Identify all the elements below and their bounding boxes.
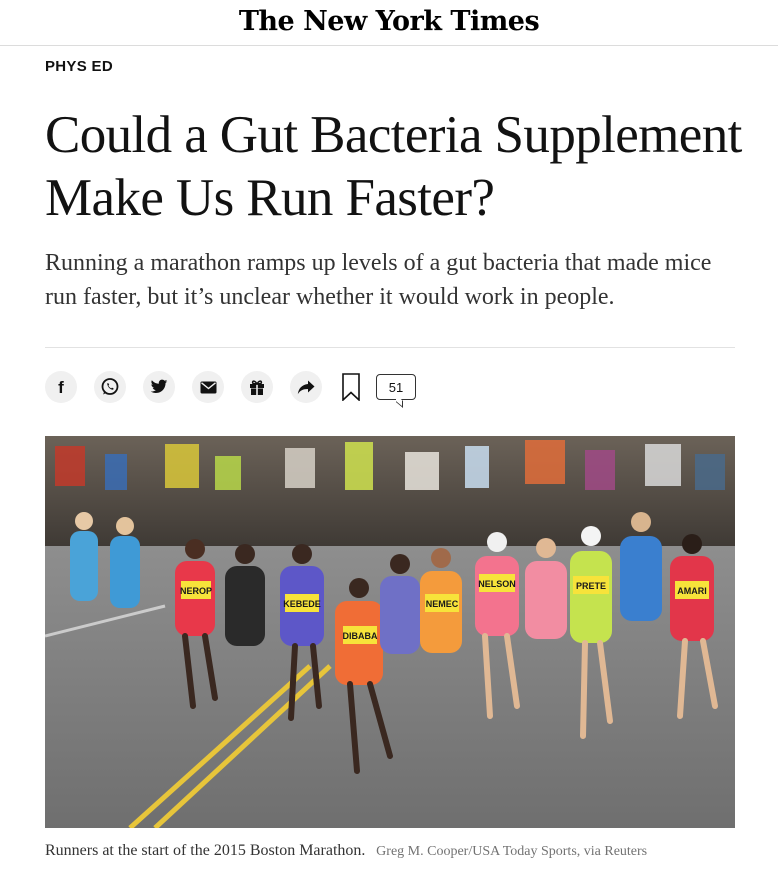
- bib-label: PRETE: [576, 581, 606, 591]
- lead-photo[interactable]: NEROP KEBEDE DIBABA NEMEC NELSON PRETE A…: [45, 436, 735, 828]
- marathon-runners-image: NEROP KEBEDE DIBABA NEMEC NELSON PRETE A…: [45, 436, 735, 828]
- caption-text: Runners at the start of the 2015 Boston …: [45, 842, 366, 859]
- bib-label: AMARI: [677, 586, 707, 596]
- masthead: The New York Times: [0, 0, 778, 46]
- article-summary: Running a marathon ramps up levels of a …: [45, 250, 712, 310]
- speech-bubble-tail: [396, 395, 403, 408]
- more-share-button[interactable]: [290, 371, 322, 403]
- section-kicker[interactable]: PHYS ED: [45, 58, 113, 75]
- bib-label: NELSON: [478, 579, 516, 589]
- bib-label: KEBEDE: [283, 599, 321, 609]
- share-arrow-icon: [297, 380, 315, 394]
- divider: [45, 347, 735, 348]
- article-headline: Could a Gut Bacteria Supplement Make Us …: [45, 106, 742, 227]
- share-toolbar: f 51: [45, 370, 416, 408]
- email-icon: [200, 381, 216, 393]
- nyt-logo[interactable]: The New York Times: [239, 6, 540, 38]
- bib-label: DIBABA: [343, 631, 378, 641]
- twitter-icon: [150, 379, 168, 393]
- photo-caption: Runners at the start of the 2015 Boston …: [45, 839, 735, 863]
- bookmark-icon: [342, 373, 360, 401]
- twitter-share-button[interactable]: [143, 371, 175, 403]
- whatsapp-share-button[interactable]: [94, 371, 126, 403]
- comments-button[interactable]: 51: [376, 374, 416, 408]
- bib-label: NEROP: [180, 586, 212, 596]
- photo-credit: Greg M. Cooper/USA Today Sports, via Reu…: [376, 844, 648, 859]
- facebook-share-button[interactable]: f: [45, 371, 77, 403]
- whatsapp-icon: [101, 378, 119, 395]
- bib-label: NEMEC: [426, 599, 459, 609]
- gift-article-button[interactable]: [241, 371, 273, 403]
- save-bookmark-button[interactable]: [340, 372, 362, 402]
- facebook-icon: f: [58, 377, 64, 397]
- comment-count: 51: [388, 379, 404, 395]
- gift-icon: [250, 380, 264, 395]
- email-share-button[interactable]: [192, 371, 224, 403]
